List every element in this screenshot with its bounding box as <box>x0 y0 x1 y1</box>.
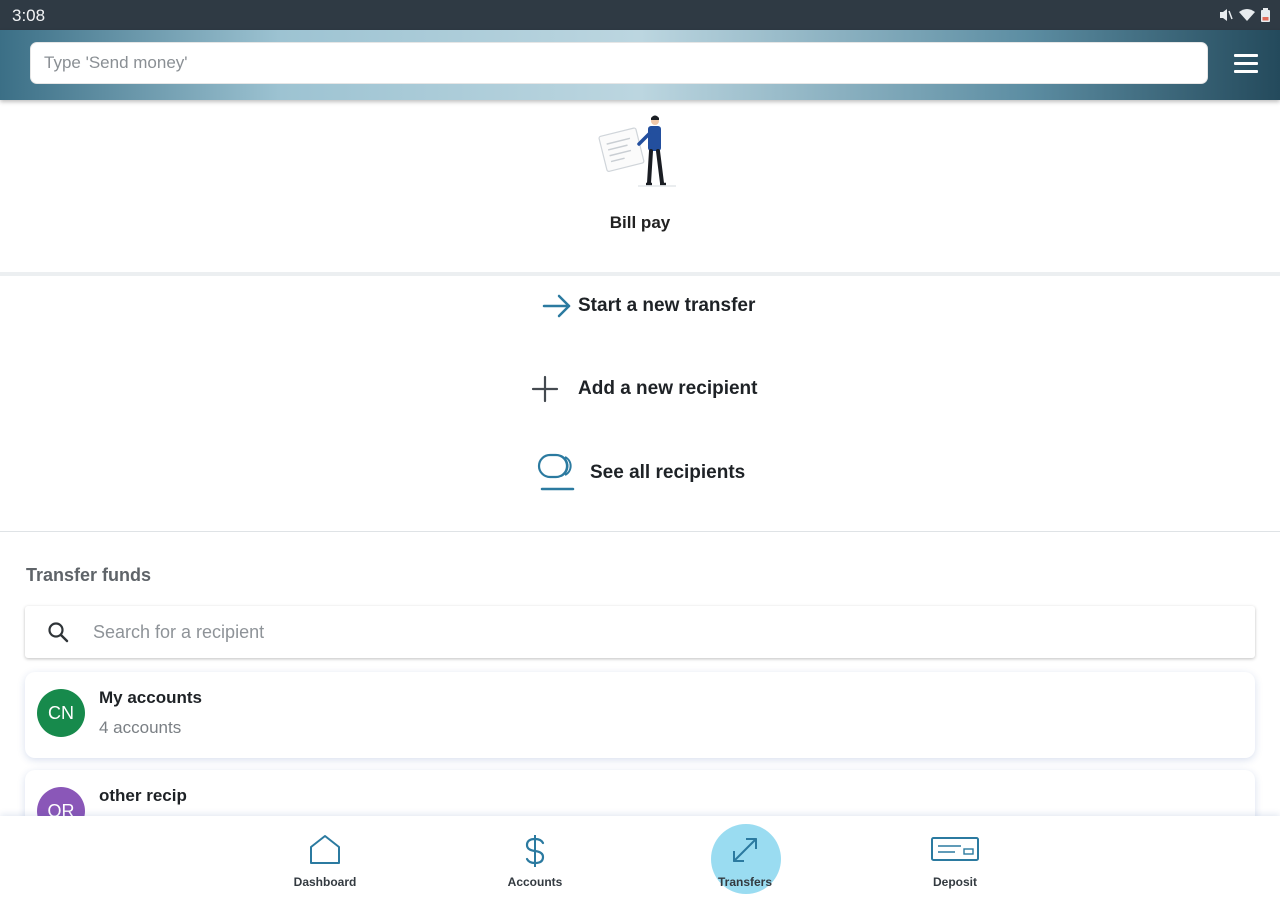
battery-icon <box>1261 8 1270 27</box>
dollar-icon <box>525 835 545 867</box>
nav-deposit[interactable]: Deposit <box>905 816 1005 900</box>
nav-accounts-label: Accounts <box>507 875 563 889</box>
nav-deposit-label: Deposit <box>932 875 977 889</box>
send-money-search-input[interactable] <box>31 43 1207 83</box>
recipient-name: My accounts <box>99 688 202 707</box>
search-icon <box>48 622 69 643</box>
nav-dashboard[interactable]: Dashboard <box>275 816 375 900</box>
recipient-search-input[interactable] <box>93 606 1243 658</box>
nav-transfers-label: Transfers <box>717 875 773 889</box>
nav-transfers[interactable]: Transfers <box>695 816 795 900</box>
transfer-arrows-icon <box>733 838 757 862</box>
hamburger-icon-bar <box>1234 70 1258 73</box>
recipient-search-bar[interactable] <box>25 606 1255 658</box>
bill-pay-button[interactable]: Bill pay <box>560 108 720 243</box>
avatar: CN <box>37 689 85 737</box>
hamburger-icon <box>1234 54 1258 57</box>
bottom-nav: Dashboard Accounts Transfers Deposit <box>0 816 1280 900</box>
start-new-transfer-button[interactable]: Start a new transfer <box>541 292 755 320</box>
plus-icon <box>531 375 559 403</box>
recipient-card-my-accounts[interactable]: CN My accounts 4 accounts <box>25 672 1255 758</box>
recipient-subtitle: 4 accounts <box>99 718 182 737</box>
see-all-recipients-label: See all recipients <box>590 462 746 483</box>
recipient-name: other recip <box>99 786 187 805</box>
hamburger-icon-bar <box>1234 62 1258 65</box>
add-new-recipient-button[interactable]: Add a new recipient <box>530 374 757 404</box>
start-new-transfer-label: Start a new transfer <box>578 295 756 316</box>
nav-accounts[interactable]: Accounts <box>485 816 585 900</box>
wifi-icon <box>1239 8 1255 27</box>
mute-icon <box>1219 8 1233 27</box>
section-divider <box>0 531 1280 532</box>
status-time: 3:08 <box>12 6 46 25</box>
menu-button[interactable] <box>1230 50 1264 80</box>
home-icon <box>310 835 340 864</box>
arrow-right-icon <box>542 294 571 318</box>
top-header <box>0 30 1280 100</box>
see-all-recipients-button[interactable]: See all recipients <box>537 452 745 494</box>
recipients-stack-icon <box>537 453 575 491</box>
check-deposit-icon <box>931 837 979 861</box>
add-new-recipient-label: Add a new recipient <box>578 378 758 399</box>
transfer-funds-title: Transfer funds <box>26 565 152 585</box>
bill-pay-illustration-icon <box>598 115 676 187</box>
search-bar[interactable] <box>30 42 1208 84</box>
status-bar: 3:08 <box>0 0 1280 30</box>
status-icons <box>1219 8 1270 27</box>
nav-dashboard-label: Dashboard <box>293 875 357 889</box>
bill-pay-label: Bill pay <box>609 213 671 232</box>
section-divider <box>0 272 1280 276</box>
